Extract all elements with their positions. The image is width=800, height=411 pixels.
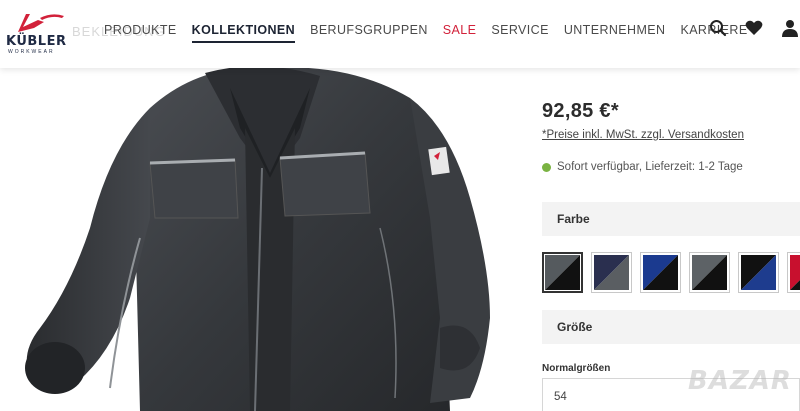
color-swatches xyxy=(542,252,800,293)
color-swatch[interactable] xyxy=(640,252,681,293)
size-group-label: Normalgrößen xyxy=(542,363,611,374)
availability-dot-icon xyxy=(542,162,551,172)
site-header: KÜBLER WORKWEAR BEKLEIDUNG PRODUKTE KOLL… xyxy=(0,0,800,68)
size-section-header: Größe xyxy=(542,310,800,344)
nav-item-unternehmen[interactable]: UNTERNEHMEN xyxy=(564,23,666,43)
color-swatch[interactable] xyxy=(542,252,583,293)
search-icon[interactable] xyxy=(708,18,728,38)
nav-item-berufsgruppen[interactable]: BERUFSGRUPPEN xyxy=(310,23,428,43)
nav-item-kollektionen[interactable]: KOLLEKTIONEN xyxy=(191,23,296,43)
swatch-color-icon xyxy=(692,255,727,290)
availability-text: Sofort verfügbar, Lieferzeit: 1-2 Tage xyxy=(557,161,743,173)
main-nav: PRODUKTE KOLLEKTIONEN BERUFSGRUPPEN SALE… xyxy=(104,23,763,43)
product-price: 92,85 €* xyxy=(542,100,619,122)
swatch-color-icon xyxy=(594,255,629,290)
brand-logo[interactable]: KÜBLER WORKWEAR xyxy=(4,10,70,55)
nav-item-produkte[interactable]: PRODUKTE xyxy=(104,23,177,43)
color-swatch[interactable] xyxy=(787,252,800,293)
product-image[interactable] xyxy=(0,68,540,411)
color-swatch[interactable] xyxy=(689,252,730,293)
color-swatch[interactable] xyxy=(738,252,779,293)
swatch-color-icon xyxy=(643,255,678,290)
swatch-color-icon xyxy=(790,255,800,290)
watermark: BAZAR xyxy=(688,366,792,396)
price-note-link[interactable]: *Preise inkl. MwSt. zzgl. Versandkosten xyxy=(542,129,744,141)
logo-swoosh-icon xyxy=(18,14,64,32)
jacket-image xyxy=(25,68,490,411)
nav-item-sale[interactable]: SALE xyxy=(443,23,477,43)
color-swatch[interactable] xyxy=(591,252,632,293)
nav-item-service[interactable]: SERVICE xyxy=(491,23,548,43)
swatch-color-icon xyxy=(741,255,776,290)
user-icon[interactable] xyxy=(780,18,800,38)
logo-subtext: WORKWEAR xyxy=(8,49,55,55)
color-section-header: Farbe xyxy=(542,202,800,236)
logo-text: KÜBLER xyxy=(6,34,67,49)
heart-icon[interactable] xyxy=(744,18,764,38)
header-icons xyxy=(692,18,800,38)
swatch-color-icon xyxy=(545,255,580,290)
availability: Sofort verfügbar, Lieferzeit: 1-2 Tage xyxy=(542,161,743,173)
